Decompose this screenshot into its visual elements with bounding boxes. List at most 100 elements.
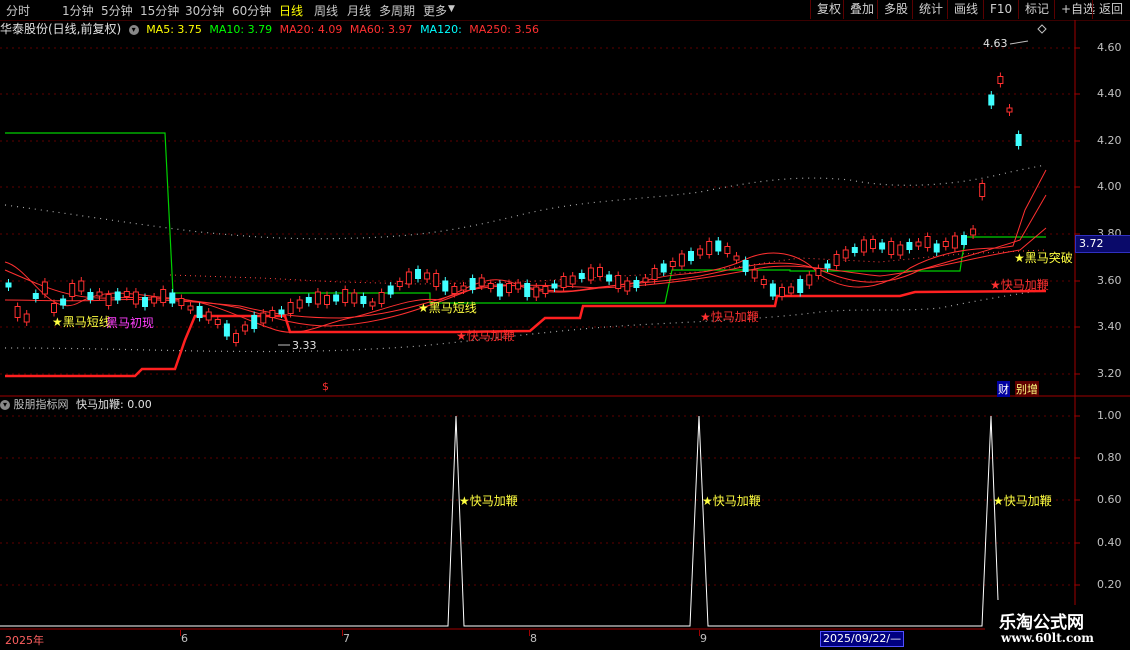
- tab-5min[interactable]: 5分钟: [101, 2, 133, 19]
- tab-30min[interactable]: 30分钟: [185, 2, 224, 19]
- heima-duanxian-label-1: ★黑马短线: [52, 315, 111, 329]
- f10-button[interactable]: F10: [983, 0, 1018, 19]
- candle-body: [615, 275, 622, 289]
- indicator-settings-icon[interactable]: ▾: [0, 400, 10, 410]
- indicator-spikes: [0, 415, 999, 627]
- tab-daily[interactable]: 日线: [279, 2, 303, 19]
- candle-body: [424, 272, 431, 280]
- candle-body: [560, 276, 567, 288]
- tab-1min[interactable]: 1分钟: [62, 2, 94, 19]
- candle-body: [870, 239, 876, 249]
- ma60-value: MA60: 3.97: [349, 23, 413, 36]
- kline-chart[interactable]: [0, 0, 1130, 650]
- candle-body: [924, 236, 931, 248]
- back-button[interactable]: 返回: [1092, 0, 1129, 19]
- ma60-line: [4, 227, 1047, 319]
- candle-body: [715, 240, 722, 252]
- candle-body: [132, 291, 139, 305]
- price-tick: 4.00: [1097, 180, 1122, 193]
- mark-button[interactable]: 标记: [1018, 0, 1055, 19]
- ma250-line: [169, 249, 1046, 285]
- multi-stock-button[interactable]: 多股: [877, 0, 914, 19]
- candle-body: [542, 286, 549, 294]
- candle-body: [660, 263, 667, 273]
- tab-weekly[interactable]: 周线: [314, 2, 338, 19]
- candle-body: [879, 242, 886, 250]
- candle-body: [697, 248, 704, 256]
- candle-body: [688, 251, 694, 261]
- heima-duanxian-label-2: ★黑马短线: [418, 301, 477, 315]
- candle-body: [478, 277, 485, 287]
- settings-circle-icon[interactable]: ▾: [128, 25, 139, 35]
- candle-body: [1006, 107, 1013, 113]
- candle-body: [769, 283, 776, 297]
- price-tick: 3.20: [1097, 367, 1122, 380]
- tab-15min[interactable]: 15分钟: [140, 2, 179, 19]
- candle-body: [642, 277, 649, 283]
- candle-body: [451, 286, 458, 294]
- heima-chuxian-label: 黑马初现: [106, 316, 155, 330]
- candle-body: [624, 280, 631, 292]
- heima-tupo-label: ★黑马突破: [1014, 251, 1073, 265]
- candle-body: [569, 275, 576, 285]
- x-label-month: 9: [700, 632, 707, 645]
- brand-watermark: 乐淘公式网 www.60lt.com: [985, 605, 1130, 650]
- candle-body: [961, 235, 967, 245]
- ma5-line: [4, 169, 1047, 333]
- candle-body: [60, 298, 67, 306]
- indicator-value: 快马加鞭: 0.00: [76, 398, 152, 411]
- tab-multi-period[interactable]: 多周期: [379, 2, 415, 19]
- candle-body: [87, 292, 94, 300]
- candle-body: [205, 311, 212, 321]
- candle-body: [360, 296, 367, 304]
- current-price-flag: 3.72: [1075, 235, 1130, 253]
- candle-body: [979, 183, 986, 197]
- kuaima-label-2: ★快马加鞭: [700, 310, 759, 324]
- candle-body: [751, 269, 758, 279]
- brand-url: www.60lt.com: [1001, 631, 1094, 645]
- candle-body: [324, 295, 330, 305]
- candle-body: [933, 243, 940, 253]
- tab-monthly[interactable]: 月线: [347, 2, 371, 19]
- candle-body: [433, 273, 440, 287]
- candle-body: [51, 303, 57, 313]
- red-support-line: [5, 289, 1047, 378]
- stats-button[interactable]: 统计: [912, 0, 949, 19]
- candle-body: [997, 76, 1004, 84]
- axis-tick-marks: [1075, 47, 1080, 586]
- indicator-tick: 0.80: [1097, 451, 1122, 464]
- candle-body: [387, 285, 394, 295]
- cai-badge[interactable]: 财: [997, 381, 1010, 397]
- fuquan-button[interactable]: 复权: [810, 0, 847, 19]
- overlay-button[interactable]: 叠加: [843, 0, 880, 19]
- candle-body: [788, 286, 795, 294]
- more-chevron-icon[interactable]: ▼: [448, 4, 455, 14]
- stock-title: 华泰股份(日线,前复权): [0, 22, 122, 36]
- tab-fenshi[interactable]: 分时: [6, 2, 30, 19]
- candle-body: [460, 285, 467, 291]
- x-label-month: 6: [181, 632, 188, 645]
- candle-body: [305, 297, 312, 303]
- candle-body: [578, 273, 585, 279]
- candle-body: [533, 286, 540, 298]
- candle-body: [287, 302, 294, 314]
- candle-body: [41, 281, 48, 295]
- kuaima-label-1: ★快马加鞭: [456, 329, 515, 343]
- indicator-tick: 0.40: [1097, 536, 1122, 549]
- candle-body: [833, 254, 840, 266]
- price-tick: 3.40: [1097, 320, 1122, 333]
- candle-body: [524, 283, 531, 297]
- period-toolbar: 分时 1分钟 5分钟 15分钟 30分钟 60分钟 日线 周线 月线 多周期 更…: [0, 0, 1130, 21]
- draw-line-button[interactable]: 画线: [947, 0, 984, 19]
- candle-body: [706, 241, 713, 255]
- candle-body: [196, 306, 203, 318]
- x-label-year: 2025年: [5, 634, 44, 647]
- candle-body: [369, 301, 376, 307]
- tab-more[interactable]: 更多: [423, 2, 447, 19]
- candle-body: [733, 255, 740, 261]
- bie-badge[interactable]: 别增: [1015, 381, 1039, 397]
- candle-body: [405, 271, 412, 285]
- indicator-signal-label-3: ★快马加鞭: [993, 494, 1052, 508]
- candle-body: [742, 260, 749, 272]
- tab-60min[interactable]: 60分钟: [232, 2, 271, 19]
